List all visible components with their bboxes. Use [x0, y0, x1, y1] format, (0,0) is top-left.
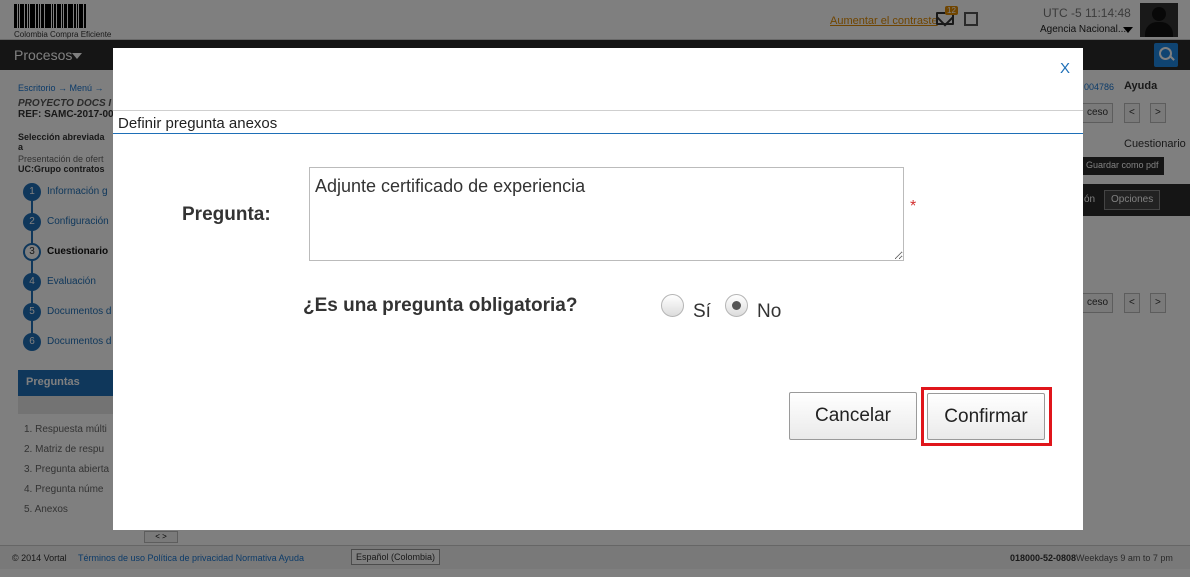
close-button[interactable]: X — [1060, 60, 1070, 77]
mandatory-no-radio[interactable] — [725, 294, 748, 317]
confirm-button[interactable]: Confirmar — [927, 393, 1045, 440]
mandatory-question-label: ¿Es una pregunta obligatoria? — [303, 295, 578, 316]
define-question-dialog: X Definir pregunta anexos Pregunta: Adju… — [113, 48, 1083, 530]
confirm-highlight-frame: Confirmar — [921, 387, 1052, 446]
mandatory-yes-label[interactable]: Sí — [693, 301, 711, 323]
mandatory-yes-radio[interactable] — [661, 294, 684, 317]
dialog-title: Definir pregunta anexos — [118, 115, 278, 132]
dialog-title-bar: Definir pregunta anexos — [113, 110, 1083, 134]
question-label: Pregunta: — [182, 204, 271, 225]
question-textarea[interactable]: Adjunte certificado de experiencia — [309, 167, 904, 261]
cancel-button[interactable]: Cancelar — [789, 392, 917, 440]
required-marker: * — [910, 198, 917, 215]
mandatory-no-label[interactable]: No — [757, 301, 781, 323]
